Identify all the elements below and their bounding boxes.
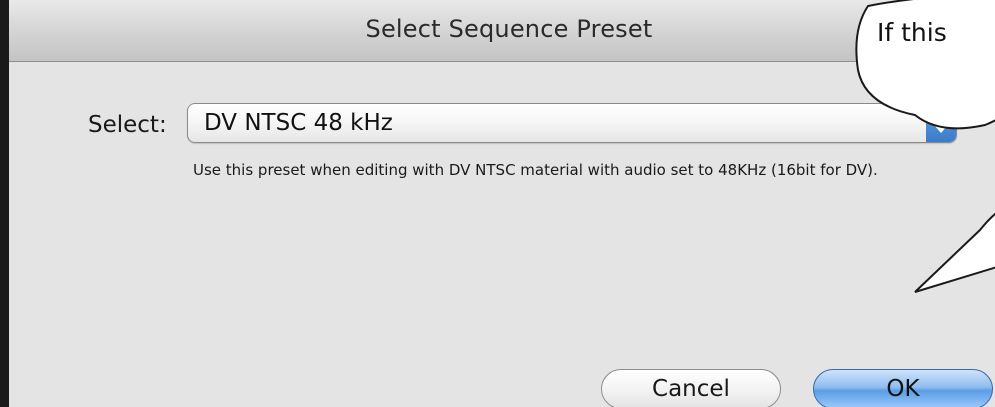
cancel-button[interactable]: Cancel [601, 369, 781, 407]
preset-selected-value: DV NTSC 48 kHz [204, 110, 393, 136]
ok-button[interactable]: OK [813, 369, 993, 407]
speech-bubble-icon [855, 0, 995, 293]
speech-bubble-callout: If this [820, 0, 995, 330]
preset-description: Use this preset when editing with DV NTS… [193, 161, 878, 179]
select-label: Select: [88, 112, 167, 138]
callout-text: If this [877, 18, 947, 47]
screenshot-stage: Select Sequence Preset Select: DV NTSC 4… [0, 0, 995, 407]
